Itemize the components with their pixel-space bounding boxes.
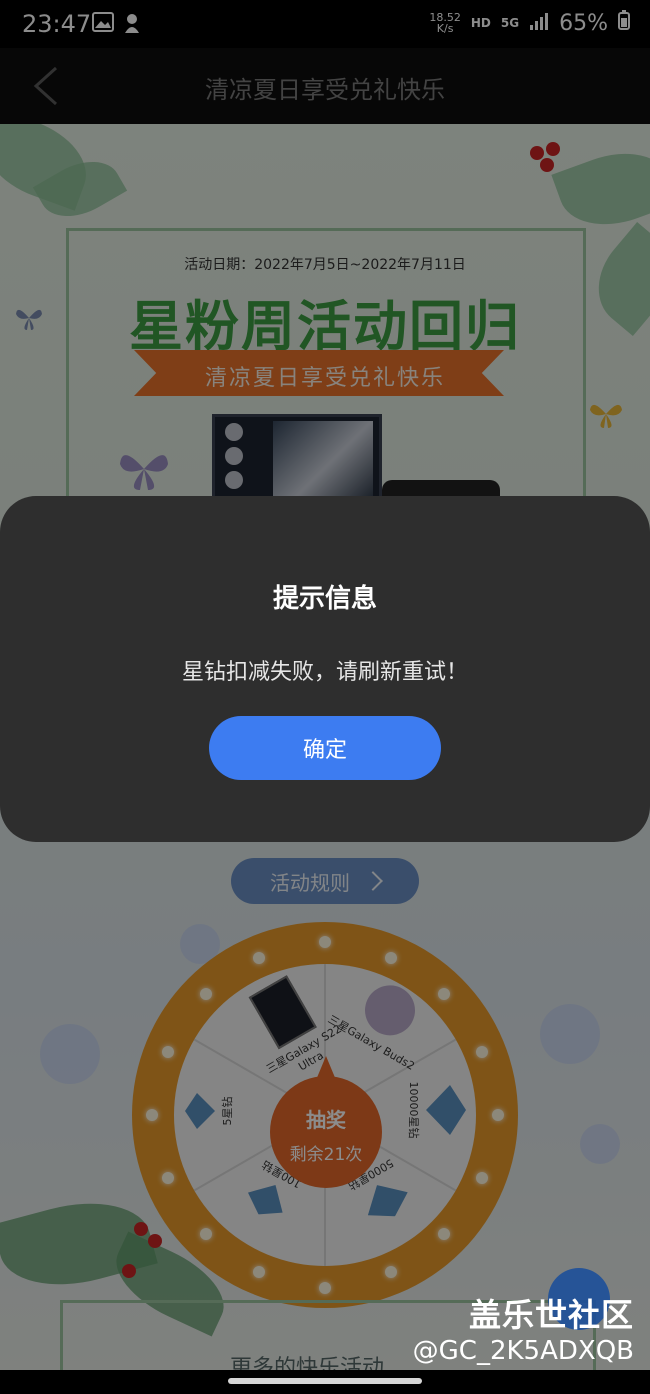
confirm-button[interactable]: 确定 <box>209 716 441 780</box>
alert-dialog: 提示信息 星钻扣减失败，请刷新重试！ 确定 <box>0 496 650 842</box>
user-watermark: @GC_2K5ADXQB <box>412 1336 634 1366</box>
dialog-message: 星钻扣减失败，请刷新重试！ <box>181 660 468 685</box>
community-watermark: 盖乐世社区 <box>468 1296 634 1334</box>
dialog-title: 提示信息 <box>272 584 377 614</box>
home-indicator[interactable] <box>228 1378 422 1384</box>
